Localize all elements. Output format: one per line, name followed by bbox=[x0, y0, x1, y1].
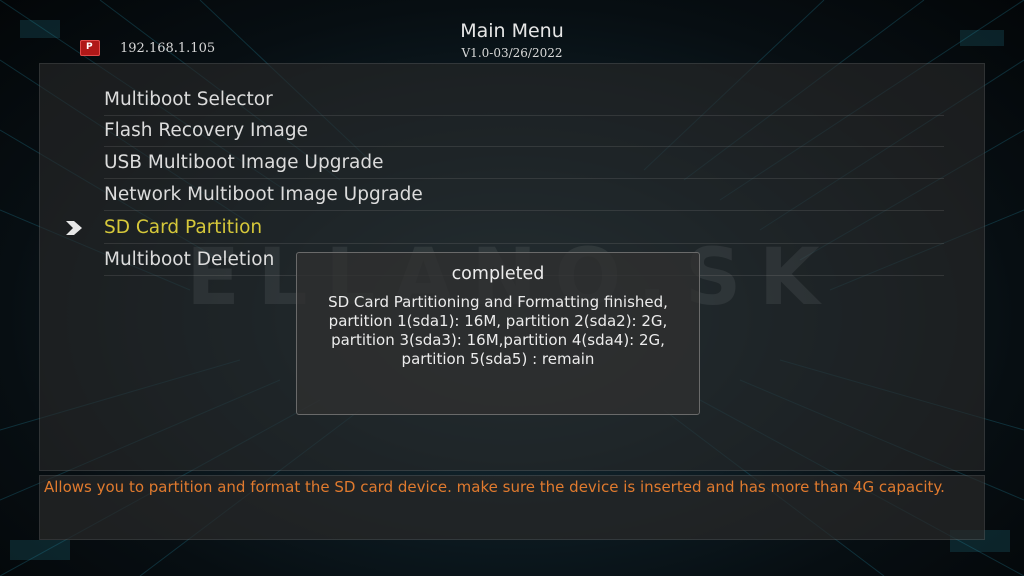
dialog-line: partition 3(sda3): 16M,partition 4(sda4)… bbox=[331, 331, 665, 349]
dialog-line: SD Card Partitioning and Formatting fini… bbox=[328, 293, 668, 311]
dialog-message: SD Card Partitioning and Formatting fini… bbox=[297, 293, 699, 369]
menu-item-usb-multiboot-upgrade[interactable]: USB Multiboot Image Upgrade bbox=[104, 147, 944, 179]
menu-item-multiboot-selector[interactable]: Multiboot Selector bbox=[104, 84, 944, 116]
network-icon: P bbox=[80, 40, 100, 56]
menu-item-flash-recovery-image[interactable]: Flash Recovery Image bbox=[104, 115, 944, 147]
screen: Main Menu V1.0-03/26/2022 P 192.168.1.10… bbox=[0, 0, 1024, 576]
help-panel: Allows you to partition and format the S… bbox=[40, 476, 984, 539]
menu-item-network-multiboot-upgrade[interactable]: Network Multiboot Image Upgrade bbox=[104, 179, 944, 211]
page-title: Main Menu bbox=[460, 20, 564, 42]
dialog-line: partition 1(sda1): 16M, partition 2(sda2… bbox=[328, 312, 668, 330]
ip-address: 192.168.1.105 bbox=[120, 41, 216, 56]
chevron-right-icon bbox=[66, 221, 82, 235]
dialog-title: completed bbox=[451, 264, 545, 284]
menu-item-sd-card-partition[interactable]: SD Card Partition bbox=[104, 212, 944, 244]
completed-dialog: completed SD Card Partitioning and Forma… bbox=[296, 252, 700, 415]
help-text: Allows you to partition and format the S… bbox=[44, 478, 945, 496]
dialog-line: partition 5(sda5) : remain bbox=[401, 350, 595, 368]
